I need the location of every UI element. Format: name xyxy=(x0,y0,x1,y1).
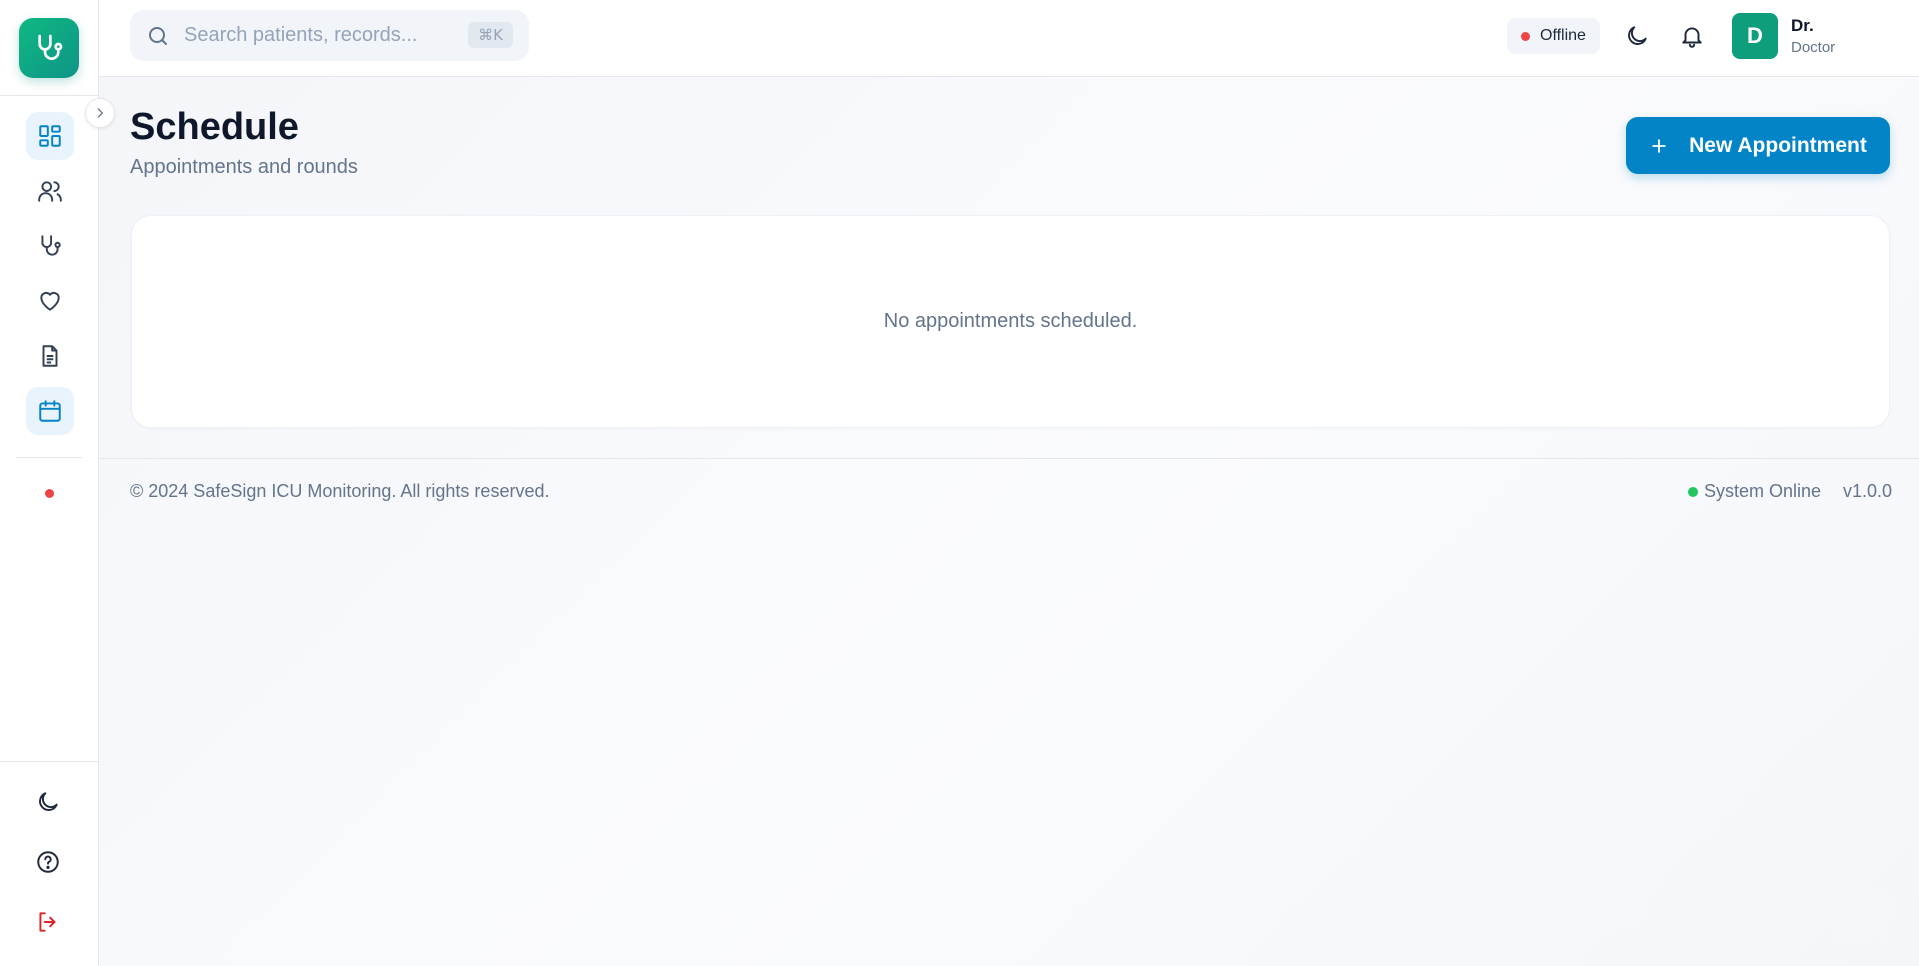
search-input[interactable] xyxy=(182,23,456,48)
offline-dot xyxy=(1521,31,1530,41)
page-title: Schedule xyxy=(130,106,299,148)
sidebar-item-patients[interactable] xyxy=(26,167,74,215)
sidebar-divider xyxy=(16,457,82,458)
app-version: v1.0.0 xyxy=(1843,481,1893,501)
top-header: ⌘K Offline D Dr. Doctor xyxy=(99,0,1919,77)
help-button[interactable] xyxy=(24,838,72,886)
notifications-button[interactable] xyxy=(1674,18,1710,54)
logout-icon xyxy=(35,909,61,935)
document-icon xyxy=(37,343,63,369)
connection-status-badge: Offline xyxy=(1507,18,1600,54)
empty-state-message: No appointments scheduled. xyxy=(883,310,1138,332)
chevron-right-icon xyxy=(93,106,107,120)
theme-toggle-button[interactable] xyxy=(24,778,72,826)
new-appointment-label: New Appointment xyxy=(1689,133,1867,157)
plus-icon xyxy=(1649,136,1669,156)
sidebar-collapse-button[interactable] xyxy=(85,98,115,128)
connection-status-label: Offline xyxy=(1540,27,1586,44)
search-bar[interactable]: ⌘K xyxy=(130,10,529,61)
new-appointment-button[interactable]: New Appointment xyxy=(1626,117,1890,174)
sidebar-item-vitals[interactable] xyxy=(26,277,74,325)
system-status-label: System Online xyxy=(1704,481,1822,501)
help-icon xyxy=(35,849,61,875)
search-shortcut-badge: ⌘K xyxy=(468,22,513,48)
sidebar-item-schedule[interactable] xyxy=(26,387,74,435)
sidebar-item-records[interactable] xyxy=(26,332,74,380)
moon-icon xyxy=(1624,23,1650,49)
user-avatar[interactable]: D xyxy=(1732,13,1778,59)
connection-status-dot xyxy=(45,489,54,498)
moon-icon xyxy=(35,789,61,815)
sidebar xyxy=(0,0,99,966)
logo-area xyxy=(0,0,98,96)
footer-divider xyxy=(99,458,1919,459)
user-name[interactable]: Dr. xyxy=(1791,16,1814,36)
user-role: Doctor xyxy=(1791,39,1836,56)
online-dot xyxy=(1688,486,1698,497)
users-icon xyxy=(37,178,63,204)
stethoscope-logo-icon xyxy=(33,32,65,64)
system-status: System Online xyxy=(1688,481,1821,502)
bell-icon xyxy=(1679,23,1705,49)
stethoscope-icon xyxy=(37,233,63,259)
search-icon xyxy=(146,24,170,48)
sidebar-item-dashboard[interactable] xyxy=(26,112,74,160)
calendar-icon xyxy=(37,398,63,424)
sidebar-item-clinical[interactable] xyxy=(26,222,74,270)
app-logo[interactable] xyxy=(19,17,79,78)
dashboard-icon xyxy=(37,123,63,149)
logout-button[interactable] xyxy=(24,898,72,946)
footer-copyright: © 2024 SafeSign ICU Monitoring. All righ… xyxy=(130,481,550,501)
heart-icon xyxy=(37,288,63,314)
page-subtitle: Appointments and rounds xyxy=(130,156,358,178)
header-theme-toggle-button[interactable] xyxy=(1619,18,1655,54)
sidebar-bottom xyxy=(0,761,99,966)
appointments-card: No appointments scheduled. xyxy=(131,215,1890,428)
